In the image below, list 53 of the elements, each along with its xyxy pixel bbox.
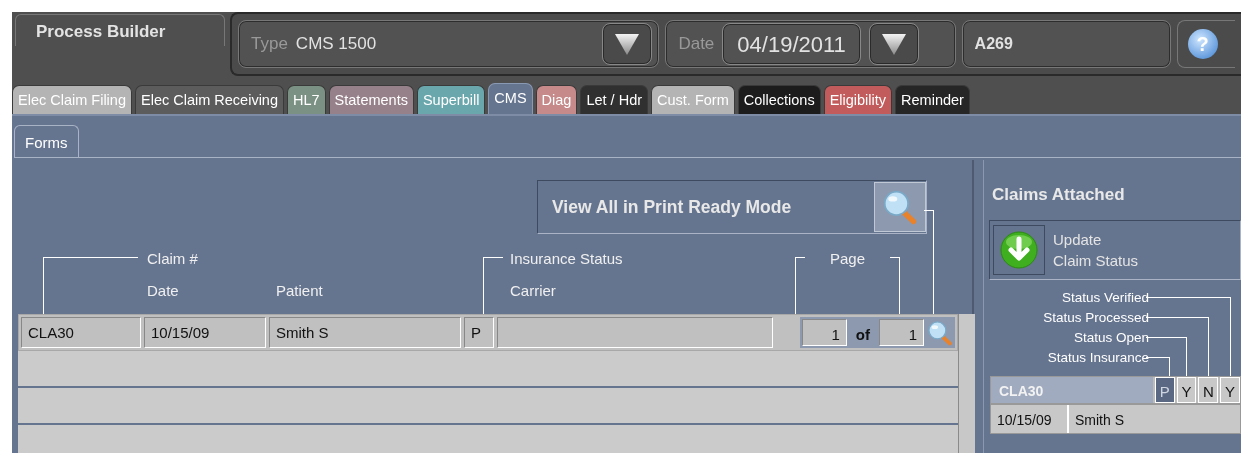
page-count: 1 bbox=[879, 319, 924, 346]
dropdown-arrow-icon bbox=[614, 32, 641, 56]
status-cell[interactable]: P bbox=[1155, 377, 1175, 403]
status-label: Status Open bbox=[1073, 329, 1149, 347]
table-cell: Smith S bbox=[269, 317, 461, 348]
tab[interactable]: Elec Claim Receiving bbox=[135, 85, 284, 114]
dropdown-button[interactable] bbox=[602, 23, 653, 65]
table-cell-text: Smith S bbox=[1074, 411, 1125, 430]
claim-number: CLA30 bbox=[991, 377, 1153, 403]
sub-tab[interactable]: Forms bbox=[14, 125, 79, 157]
column-header: Patient bbox=[276, 281, 323, 301]
magnifier-icon bbox=[882, 189, 918, 225]
tab[interactable]: CMS bbox=[488, 83, 533, 114]
column-header: Insurance Status bbox=[510, 249, 623, 269]
column-header: Carrier bbox=[510, 281, 556, 301]
view-claim-button[interactable] bbox=[927, 319, 953, 346]
table-cell: P bbox=[464, 317, 494, 348]
status-label: Status Insurance bbox=[1047, 349, 1149, 367]
table-cell: CLA30 bbox=[21, 317, 141, 348]
code-value: A269 bbox=[974, 34, 1013, 54]
tab[interactable]: Let / Hdr bbox=[580, 85, 649, 114]
tab[interactable]: Reminder bbox=[895, 85, 970, 114]
tab[interactable]: HL7 bbox=[287, 85, 326, 114]
tab[interactable]: Collections bbox=[737, 85, 821, 114]
print-mode-label: View All in Print Ready Mode bbox=[552, 195, 792, 219]
scrollbar[interactable] bbox=[958, 314, 975, 453]
update-status-label: Update Claim Status bbox=[1053, 230, 1139, 271]
date-field[interactable]: 04/19/2011 bbox=[722, 23, 861, 65]
column-header: Claim # bbox=[147, 249, 198, 269]
tab[interactable]: Statements bbox=[328, 85, 414, 114]
status-cell[interactable]: Y bbox=[1220, 377, 1240, 403]
type-label: Type bbox=[251, 33, 288, 56]
panel-title: Claims Attached bbox=[992, 184, 1125, 206]
date-label: Date bbox=[678, 33, 715, 56]
status-label: Status Processed bbox=[1043, 309, 1149, 327]
status-cell[interactable]: Y bbox=[1176, 377, 1197, 403]
of-label: of bbox=[854, 325, 871, 345]
code-field[interactable]: A269 bbox=[961, 20, 1171, 68]
column-header: Page bbox=[830, 249, 866, 269]
page-number: 1 bbox=[801, 319, 847, 346]
type-field[interactable]: Type CMS 1500 bbox=[238, 20, 660, 68]
magnifier-icon bbox=[927, 319, 953, 346]
dropdown-arrow-icon bbox=[880, 32, 907, 56]
table-cell: 10/15/09 bbox=[144, 317, 266, 348]
status-label: Status Verified bbox=[1061, 289, 1149, 307]
status-cell[interactable]: N bbox=[1198, 377, 1219, 403]
column-header: Date bbox=[147, 281, 179, 301]
tab[interactable]: Eligibility bbox=[823, 85, 893, 114]
update-status-button[interactable] bbox=[993, 225, 1045, 275]
dropdown-button[interactable] bbox=[868, 23, 919, 65]
table-cell: 10/15/09 bbox=[991, 405, 1069, 433]
app-title-tab[interactable]: Process Builder bbox=[15, 14, 225, 46]
type-value: CMS 1500 bbox=[295, 33, 378, 56]
